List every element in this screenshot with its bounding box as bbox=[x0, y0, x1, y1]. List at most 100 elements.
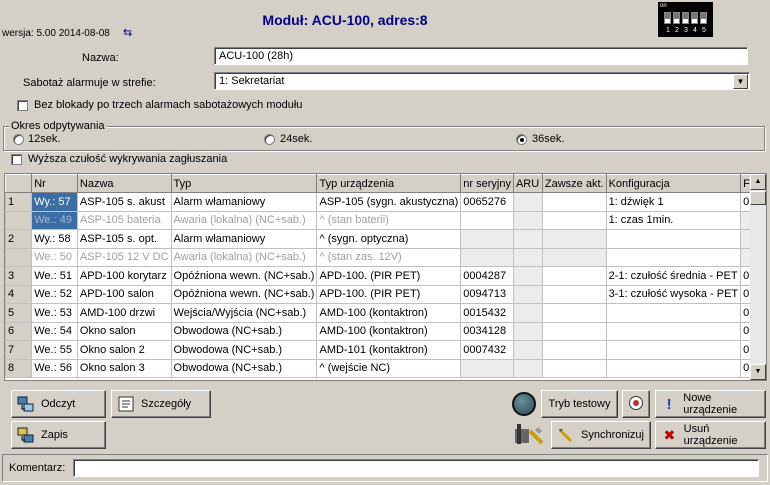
cell-device[interactable]: APD-100. (PIR PET) bbox=[316, 284, 462, 304]
cell-nr[interactable]: We.: 51 bbox=[31, 266, 78, 286]
cell-serial[interactable]: 0007432 bbox=[460, 340, 514, 360]
cell-type[interactable]: Obwodowa (NC+sab.) bbox=[170, 340, 318, 360]
cell-aru[interactable] bbox=[512, 192, 543, 212]
cell-serial[interactable] bbox=[460, 358, 514, 378]
table-row[interactable]: 3 We.: 51 APD-100 korytarz Opóźniona wew… bbox=[5, 266, 766, 286]
column-header[interactable]: Konfiguracja bbox=[605, 174, 742, 193]
cell-name[interactable]: Okno salon bbox=[76, 321, 172, 341]
table-row[interactable]: We.: 50 ASP-105 12 V DC Awaria (lokalna)… bbox=[5, 247, 766, 267]
details-button[interactable]: Szczegóły bbox=[111, 390, 211, 418]
cell-always[interactable] bbox=[541, 192, 607, 212]
cell-always[interactable] bbox=[541, 284, 607, 304]
cell-always[interactable] bbox=[541, 303, 607, 323]
cell-type[interactable]: Obwodowa (NC+sab.) bbox=[170, 321, 318, 341]
table-row[interactable]: 6 We.: 54 Okno salon Obwodowa (NC+sab.) … bbox=[5, 321, 766, 341]
cell-name[interactable]: ASP-105 s. akust bbox=[76, 192, 172, 212]
column-header[interactable]: Typ bbox=[170, 174, 318, 193]
cell-type[interactable]: Wejścia/Wyjścia (NC+sab.) bbox=[170, 303, 318, 323]
cell-config[interactable]: 3-1: czułość wysoka - PET bbox=[605, 284, 742, 304]
cell-always[interactable] bbox=[541, 247, 607, 267]
sync-button[interactable]: Synchronizuj bbox=[551, 421, 651, 449]
scroll-down-icon[interactable]: ▼ bbox=[750, 364, 766, 380]
sound-test-button[interactable] bbox=[622, 390, 650, 418]
cell-device[interactable]: APD-100. (PIR PET) bbox=[316, 266, 462, 286]
table-row[interactable]: 1 Wy.: 57 ASP-105 s. akust Alarm włamani… bbox=[5, 192, 766, 212]
cell-config[interactable]: 2-1: czułość średnia - PET bbox=[605, 266, 742, 286]
cell-config[interactable] bbox=[605, 247, 742, 267]
cell-nr[interactable]: We.: 54 bbox=[31, 321, 78, 341]
chevron-down-icon[interactable]: ▼ bbox=[733, 74, 748, 89]
cell-serial[interactable] bbox=[460, 210, 514, 230]
cell-config[interactable]: 1: dźwięk 1 bbox=[605, 192, 742, 212]
cell-name[interactable]: APD-100 salon bbox=[76, 284, 172, 304]
scroll-thumb[interactable] bbox=[750, 191, 766, 205]
cell-aru[interactable] bbox=[512, 229, 543, 249]
cell-device[interactable]: AMD-101 (kontaktron) bbox=[316, 340, 462, 360]
table-row[interactable]: 5 We.: 53 AMD-100 drzwi Wejścia/Wyjścia … bbox=[5, 303, 766, 323]
devices-table[interactable]: Nr Nazwa Typ Typ urządzenia nr seryjny A… bbox=[4, 173, 767, 381]
cell-name[interactable]: ASP-105 s. opt. bbox=[76, 229, 172, 249]
cell-config[interactable] bbox=[605, 303, 742, 323]
cell-serial[interactable]: 0004287 bbox=[460, 266, 514, 286]
write-button[interactable]: Zapis bbox=[11, 421, 106, 449]
cell-serial[interactable]: 0034128 bbox=[460, 321, 514, 341]
cell-config[interactable] bbox=[605, 340, 742, 360]
cell-always[interactable] bbox=[541, 340, 607, 360]
cell-name[interactable]: Okno salon 3 bbox=[76, 358, 172, 378]
table-row[interactable]: 4 We.: 52 APD-100 salon Opóźniona wewn. … bbox=[5, 284, 766, 304]
poll-24s-radio[interactable] bbox=[264, 134, 275, 145]
cell-nr[interactable]: Wy.: 57 bbox=[31, 192, 78, 212]
jamming-checkbox[interactable] bbox=[11, 154, 22, 165]
table-row[interactable]: 8 We.: 56 Okno salon 3 Obwodowa (NC+sab.… bbox=[5, 358, 766, 378]
cell-type[interactable]: Alarm włamaniowy bbox=[170, 229, 318, 249]
cell-config[interactable] bbox=[605, 358, 742, 378]
cell-nr[interactable]: We.: 52 bbox=[31, 284, 78, 304]
cell-aru[interactable] bbox=[512, 303, 543, 323]
cell-config[interactable]: 1: czas 1min. bbox=[605, 210, 742, 230]
cell-type[interactable]: Awaria (lokalna) (NC+sab.) bbox=[170, 247, 318, 267]
cell-device[interactable]: ^ (stan baterii) bbox=[316, 210, 462, 230]
table-row[interactable]: We.: 49 ASP-105 bateria Awaria (lokalna)… bbox=[5, 210, 766, 230]
cell-name[interactable]: ASP-105 bateria bbox=[76, 210, 172, 230]
cell-device[interactable]: ASP-105 (sygn. akustyczna) bbox=[316, 192, 462, 212]
cell-always[interactable] bbox=[541, 266, 607, 286]
column-header[interactable] bbox=[5, 174, 33, 193]
cell-name[interactable]: AMD-100 drzwi bbox=[76, 303, 172, 323]
cell-aru[interactable] bbox=[512, 321, 543, 341]
table-row[interactable]: 7 We.: 55 Okno salon 2 Obwodowa (NC+sab.… bbox=[5, 340, 766, 360]
cell-name[interactable]: APD-100 korytarz bbox=[76, 266, 172, 286]
cell-always[interactable] bbox=[541, 321, 607, 341]
cell-nr[interactable]: We.: 49 bbox=[31, 210, 78, 230]
cell-nr[interactable]: We.: 53 bbox=[31, 303, 78, 323]
cell-always[interactable] bbox=[541, 210, 607, 230]
cell-device[interactable]: ^ (wejście NC) bbox=[316, 358, 462, 378]
cell-type[interactable]: Opóźniona wewn. (NC+sab.) bbox=[170, 266, 318, 286]
cell-aru[interactable] bbox=[512, 358, 543, 378]
cell-config[interactable] bbox=[605, 229, 742, 249]
column-header[interactable]: Zawsze akt. bbox=[541, 174, 607, 193]
column-header[interactable]: nr seryjny bbox=[460, 174, 514, 193]
cell-type[interactable]: Opóźniona wewn. (NC+sab.) bbox=[170, 284, 318, 304]
table-row[interactable]: 2 Wy.: 58 ASP-105 s. opt. Alarm włamanio… bbox=[5, 229, 766, 249]
cell-name[interactable]: Okno salon 2 bbox=[76, 340, 172, 360]
cell-serial[interactable]: 0094713 bbox=[460, 284, 514, 304]
cell-type[interactable]: Obwodowa (NC+sab.) bbox=[170, 358, 318, 378]
column-header[interactable]: ARU bbox=[512, 174, 543, 193]
cell-type[interactable]: Awaria (lokalna) (NC+sab.) bbox=[170, 210, 318, 230]
cell-nr[interactable]: We.: 50 bbox=[31, 247, 78, 267]
remove-device-button[interactable]: ✖ Usuń urządzenie bbox=[655, 421, 766, 449]
cell-aru[interactable] bbox=[512, 340, 543, 360]
cell-aru[interactable] bbox=[512, 266, 543, 286]
cell-device[interactable]: AMD-100 (kontaktron) bbox=[316, 303, 462, 323]
tamper-zone-select[interactable]: 1: Sekretariat ▼ bbox=[214, 72, 750, 90]
cell-device[interactable]: ^ (stan zas. 12V) bbox=[316, 247, 462, 267]
read-button[interactable]: Odczyt bbox=[11, 390, 106, 418]
tools-icon[interactable] bbox=[512, 421, 546, 449]
table-scrollbar[interactable]: ▲ ▼ bbox=[750, 174, 766, 380]
column-header[interactable]: Nazwa bbox=[76, 174, 172, 193]
no-block-checkbox[interactable] bbox=[17, 100, 28, 111]
cell-device[interactable]: AMD-100 (kontaktron) bbox=[316, 321, 462, 341]
poll-12s-radio[interactable] bbox=[13, 134, 24, 145]
cell-serial[interactable]: 0065276 bbox=[460, 192, 514, 212]
column-header[interactable]: Typ urządzenia bbox=[316, 174, 462, 193]
